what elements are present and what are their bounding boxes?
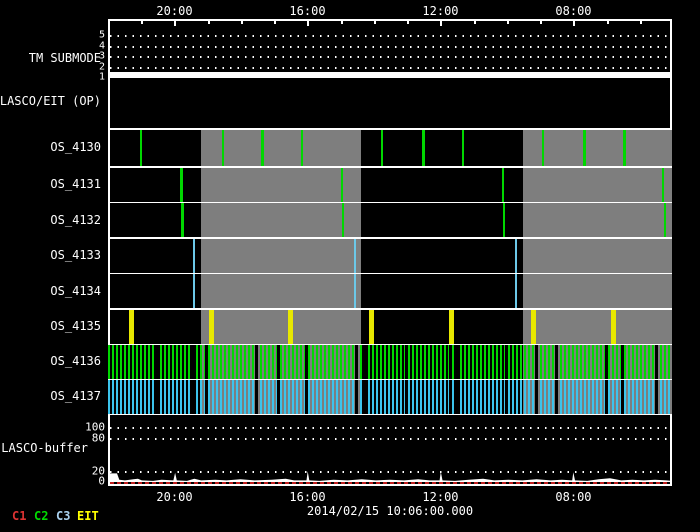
bottom-axis-label-08:00: 08:00	[555, 490, 591, 504]
major-hour-tick	[440, 19, 442, 26]
event-tick-os_4132-2	[503, 203, 505, 237]
minor-hour-tick	[374, 19, 376, 24]
minor-hour-tick	[274, 19, 276, 24]
event-tick-os_4133-1	[354, 239, 356, 273]
minor-hour-tick	[640, 19, 642, 24]
event-tick-os_4132-1	[342, 203, 344, 237]
legend-item-c3: C3	[56, 509, 70, 523]
minor-hour-tick	[341, 19, 343, 24]
major-hour-tick	[573, 19, 575, 26]
bottom-axis-label-12:00: 12:00	[422, 490, 458, 504]
hour-ticks-layer	[108, 19, 672, 29]
top-axis-label-12:00: 12:00	[422, 4, 458, 18]
dense-activity-os_4136	[108, 345, 672, 379]
event-tick-os_4135-2	[288, 310, 293, 344]
event-tick-os_4130-8	[583, 130, 586, 167]
tm-level-label-1: 1	[99, 72, 105, 83]
event-tick-os_4131-3	[662, 168, 664, 202]
row-label-os-4133: OS_4133	[50, 248, 101, 262]
event-tick-os_4135-6	[611, 310, 616, 344]
bottom-axis-label-16:00: 16:00	[289, 490, 325, 504]
event-tick-os_4132-0	[181, 203, 184, 237]
row-label-os-4136: OS_4136	[50, 354, 101, 368]
top-axis-label-16:00: 16:00	[289, 4, 325, 18]
minor-hour-tick	[407, 19, 409, 24]
event-tick-os_4133-0	[193, 239, 195, 273]
minor-hour-tick	[474, 19, 476, 24]
event-tick-os_4130-3	[301, 130, 303, 167]
tm-level-label-4: 4	[99, 40, 105, 51]
legend-item-c2: C2	[34, 509, 48, 523]
legend-item-eit: EIT	[77, 509, 99, 523]
tm-level-label-3: 3	[99, 51, 105, 62]
event-tick-os_4135-0	[129, 310, 134, 344]
event-tick-os_4130-0	[140, 130, 142, 167]
event-tick-os_4131-1	[341, 168, 343, 202]
tm-level-label-5: 5	[99, 30, 105, 41]
buffer-ytick-label-80: 80	[92, 431, 105, 444]
row-os_4132	[108, 203, 672, 237]
event-tick-os_4131-2	[502, 168, 504, 202]
minor-hour-tick	[507, 19, 509, 24]
row-label-os-4134: OS_4134	[50, 284, 101, 298]
minor-hour-tick	[141, 19, 143, 24]
event-tick-os_4130-2	[261, 130, 264, 167]
event-tick-os_4130-4	[381, 130, 383, 167]
row-label-tm-submode: TM SUBMODE	[29, 51, 101, 65]
row-label-os-4130: OS_4130	[50, 140, 101, 154]
plot-timestamp: 2014/02/15 10:06:00.000	[307, 504, 473, 518]
event-tick-os_4130-7	[542, 130, 544, 167]
row-label-os-4131: OS_4131	[50, 177, 101, 191]
event-tick-os_4134-1	[354, 274, 356, 308]
major-hour-tick	[174, 19, 176, 26]
row-label-lasco-eit-op-: LASCO/EIT (OP)	[0, 94, 101, 108]
buffer-area-chart	[108, 414, 672, 485]
buffer-ytick-label-0: 0	[98, 475, 105, 488]
event-tick-os_4135-3	[369, 310, 374, 344]
event-tick-os_4130-9	[623, 130, 626, 167]
event-tick-os_4135-4	[449, 310, 454, 344]
top-axis-label-08:00: 08:00	[555, 4, 591, 18]
minor-hour-tick	[241, 19, 243, 24]
row-os_4135	[108, 310, 672, 344]
event-tick-os_4135-1	[209, 310, 214, 344]
buffer-zero-red-dashes	[110, 482, 670, 484]
tm-level-label-2: 2	[99, 61, 105, 72]
row-label-os-4132: OS_4132	[50, 213, 101, 227]
event-tick-os_4130-1	[222, 130, 224, 167]
event-tick-os_4130-5	[422, 130, 425, 167]
event-tick-os_4134-0	[193, 274, 195, 308]
minor-hour-tick	[607, 19, 609, 24]
plot-frame	[108, 19, 672, 486]
minor-hour-tick	[540, 19, 542, 24]
event-tick-os_4131-0	[180, 168, 183, 202]
buffer-usage-area	[108, 471, 672, 482]
top-axis-label-20:00: 20:00	[156, 4, 192, 18]
event-tick-os_4132-3	[664, 203, 666, 237]
minor-hour-tick	[208, 19, 210, 24]
major-hour-tick	[307, 19, 309, 26]
row-os_4134	[108, 274, 672, 308]
row-os_4130	[108, 130, 672, 167]
row-os_4133	[108, 239, 672, 273]
row-label-os-4135: OS_4135	[50, 319, 101, 333]
event-tick-os_4134-2	[515, 274, 517, 308]
dense-activity-os_4137	[108, 380, 672, 414]
event-tick-os_4135-5	[531, 310, 536, 344]
row-os_4131	[108, 168, 672, 202]
legend-item-c1: C1	[12, 509, 26, 523]
bottom-axis-label-20:00: 20:00	[156, 490, 192, 504]
row-label-os-4137: OS_4137	[50, 389, 101, 403]
telemetry-plot: 20:00 20:00 16:00 16:00 12:00 12:00 08:00 08:00…	[0, 0, 700, 532]
event-tick-os_4130-6	[462, 130, 464, 167]
event-tick-os_4133-2	[515, 239, 517, 273]
row-label-lasco-buffer: LASCO-buffer	[1, 441, 88, 455]
